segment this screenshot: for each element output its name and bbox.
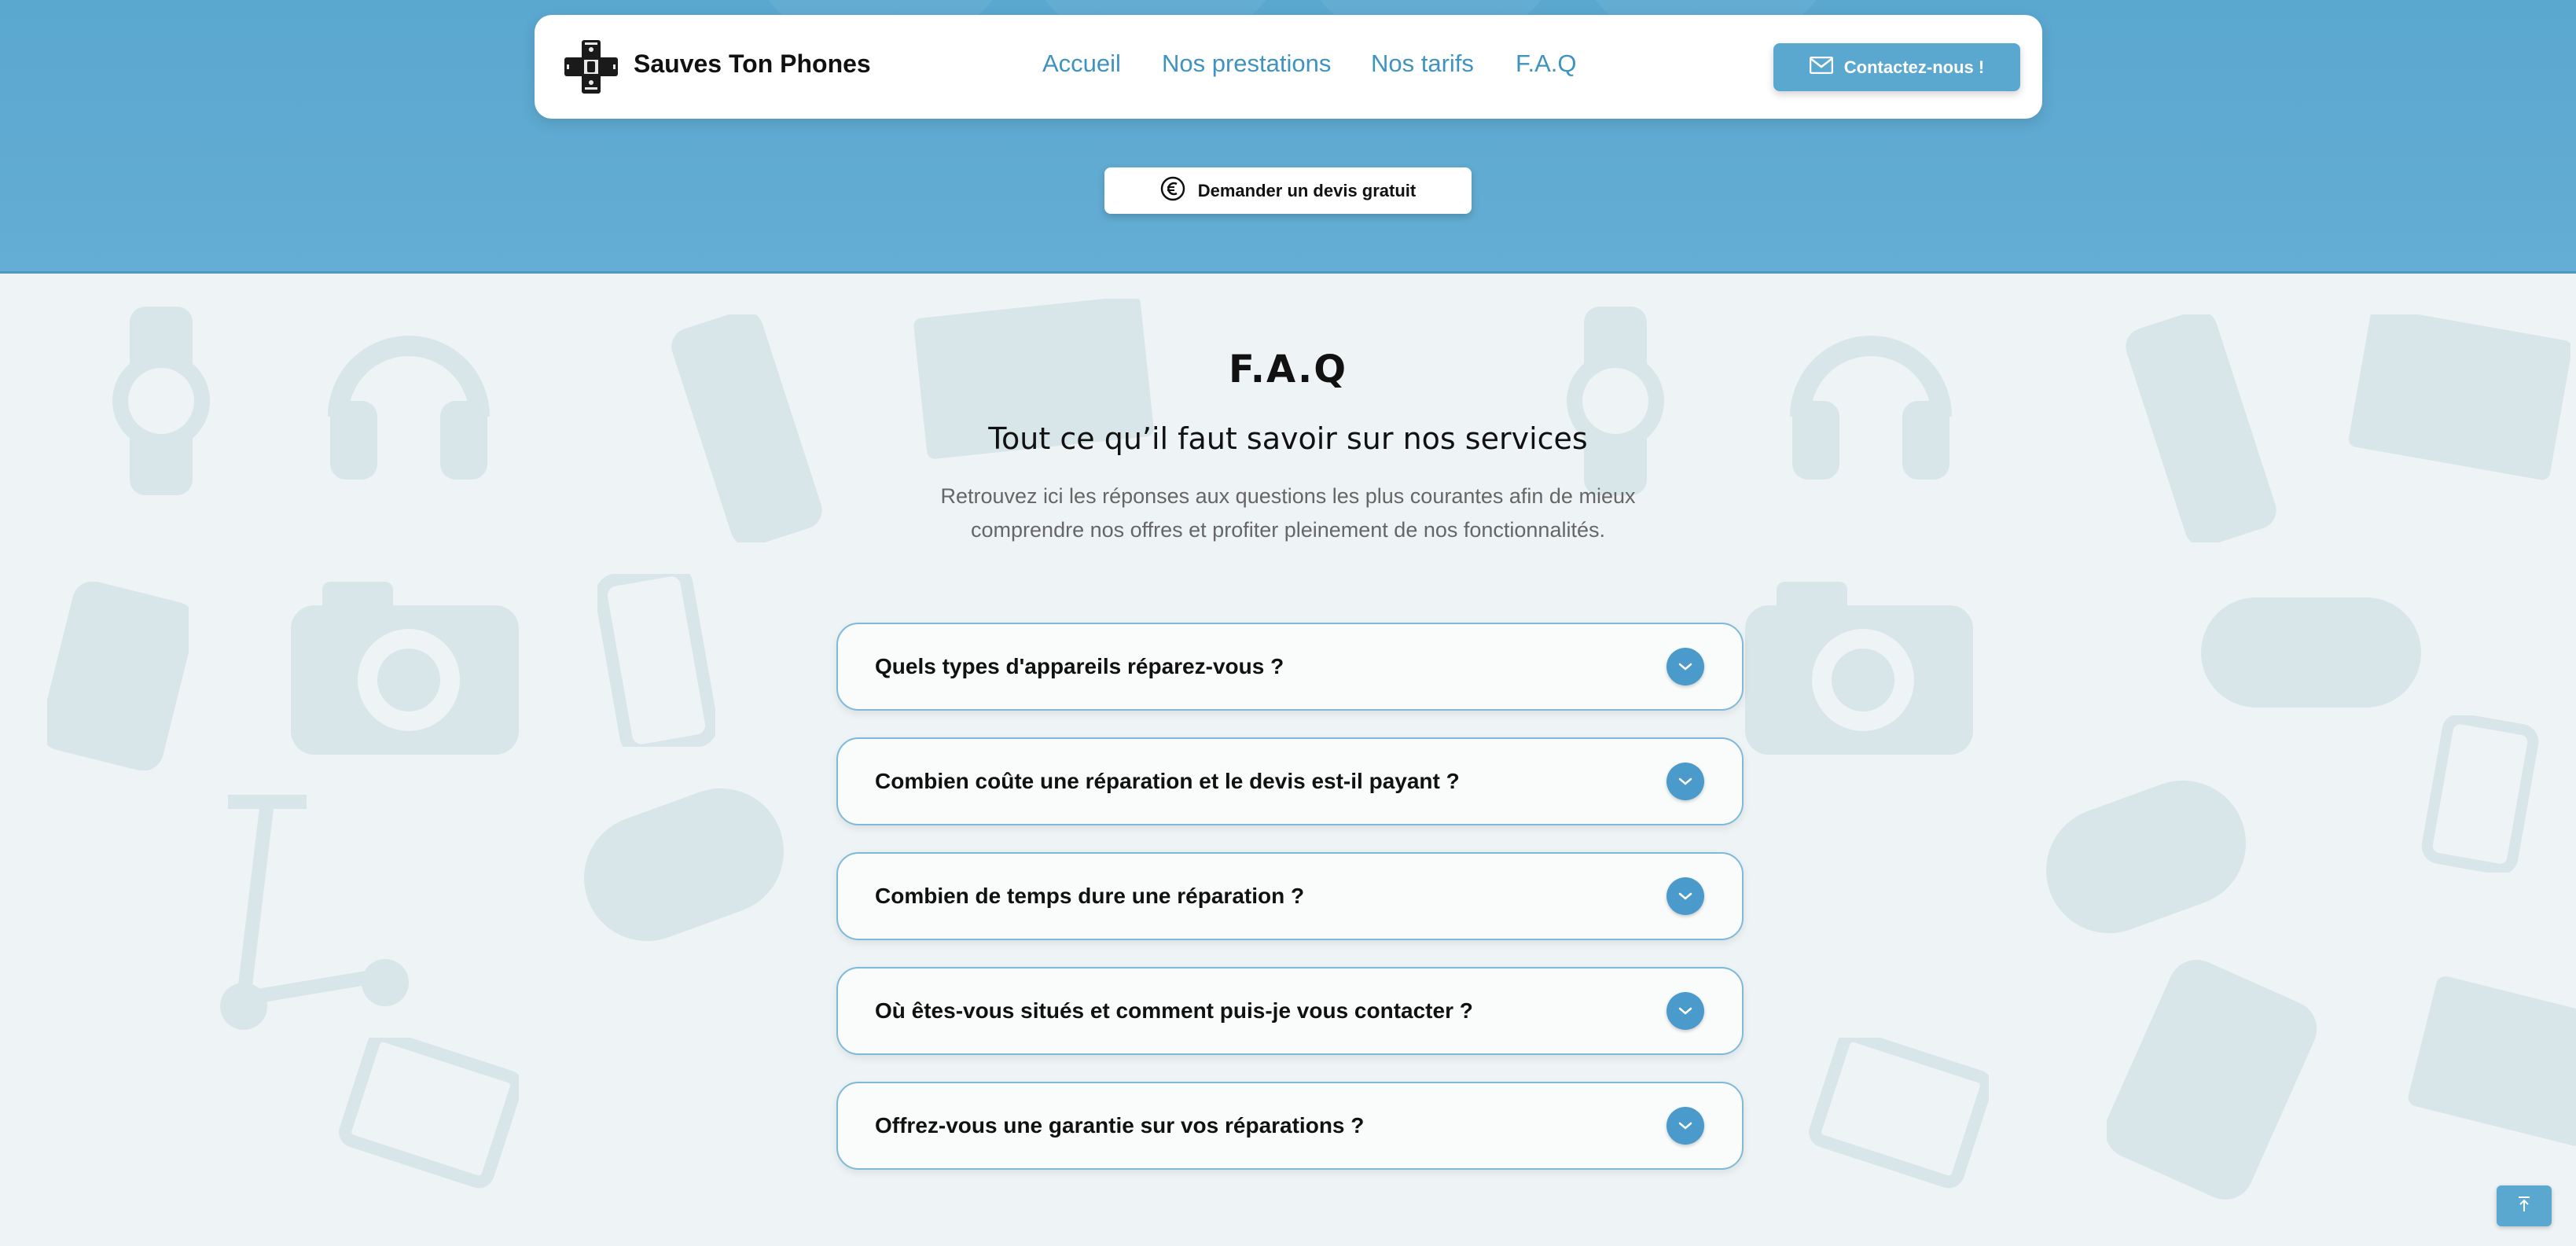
quote-button-label: Demander un devis gratuit bbox=[1197, 180, 1417, 200]
contact-button[interactable]: Contactez-nous ! bbox=[1773, 43, 2020, 91]
faq-question: Combien coûte une réparation et le devis… bbox=[875, 769, 1460, 793]
camera-icon bbox=[291, 582, 519, 755]
brand-name[interactable]: Sauves Ton Phones bbox=[634, 50, 871, 79]
tablet-icon bbox=[47, 582, 189, 770]
quote-button[interactable]: Demander un devis gratuit bbox=[1104, 167, 1472, 214]
faq-item[interactable]: Où êtes-vous situés et comment puis-je v… bbox=[836, 967, 1744, 1055]
nav-link-accueil[interactable]: Accueil bbox=[1042, 50, 1121, 78]
gamepad-icon bbox=[584, 788, 784, 942]
faq-description-line: comprendre nos offres et profiter pleine… bbox=[971, 518, 1605, 542]
faq-subtitle: Tout ce qu’il faut savoir sur nos servic… bbox=[988, 421, 1588, 456]
watch-icon bbox=[1567, 307, 1664, 495]
faq-item[interactable]: Combien de temps dure une réparation ? bbox=[836, 852, 1744, 940]
faq-question: Combien de temps dure une réparation ? bbox=[875, 884, 1305, 908]
faq-item[interactable]: Offrez-vous une garantie sur vos réparat… bbox=[836, 1082, 1744, 1170]
faq-description-line: Retrouvez ici les réponses aux questions… bbox=[940, 484, 1636, 508]
laptop-icon bbox=[2348, 314, 2570, 480]
laptop-icon bbox=[339, 1038, 519, 1189]
headphones-icon bbox=[328, 336, 490, 480]
gamepad-icon bbox=[2046, 780, 2246, 934]
chevron-down-icon[interactable] bbox=[1666, 648, 1704, 685]
tablet-icon bbox=[2107, 959, 2317, 1200]
nav-link-prestations[interactable]: Nos prestations bbox=[1162, 50, 1331, 78]
faq-item[interactable]: Combien coûte une réparation et le devis… bbox=[836, 737, 1744, 825]
camera-icon bbox=[1745, 582, 1973, 755]
faq-description: Retrouvez ici les réponses aux questions… bbox=[928, 480, 1648, 547]
faq-question: Quels types d'appareils réparez-vous ? bbox=[875, 654, 1284, 678]
navbar: Sauves Ton Phones Accueil Nos prestation… bbox=[535, 15, 2042, 119]
nav-link-tarifs[interactable]: Nos tarifs bbox=[1371, 50, 1474, 78]
chevron-down-icon[interactable] bbox=[1666, 763, 1704, 800]
nav-link-faq[interactable]: F.A.Q bbox=[1516, 50, 1577, 78]
phone-repair-cross-logo[interactable] bbox=[563, 39, 619, 95]
chevron-down-icon[interactable] bbox=[1666, 992, 1704, 1030]
chevron-down-icon[interactable] bbox=[1666, 1107, 1704, 1145]
faq-question: Où êtes-vous situés et comment puis-je v… bbox=[875, 998, 1473, 1023]
phone-icon bbox=[2421, 715, 2539, 873]
phone-icon bbox=[597, 574, 715, 747]
envelope-icon bbox=[1809, 56, 1834, 79]
watch-icon bbox=[112, 307, 210, 495]
gamepad-icon bbox=[2201, 597, 2421, 708]
arrow-up-icon bbox=[2516, 1196, 2532, 1217]
contact-button-label: Contactez-nous ! bbox=[1843, 57, 1985, 77]
chevron-down-icon[interactable] bbox=[1666, 877, 1704, 915]
laptop-icon bbox=[2408, 976, 2576, 1146]
faq-item[interactable]: Quels types d'appareils réparez-vous ? bbox=[836, 623, 1744, 711]
faq-title: F.A.Q bbox=[1228, 347, 1348, 391]
scroll-to-top-button[interactable] bbox=[2497, 1185, 2552, 1226]
euro-icon bbox=[1160, 176, 1185, 206]
laptop-icon bbox=[1809, 1038, 1989, 1189]
headphones-icon bbox=[1790, 336, 1952, 480]
scooter-icon bbox=[220, 795, 409, 1030]
faq-question: Offrez-vous une garantie sur vos réparat… bbox=[875, 1113, 1365, 1138]
